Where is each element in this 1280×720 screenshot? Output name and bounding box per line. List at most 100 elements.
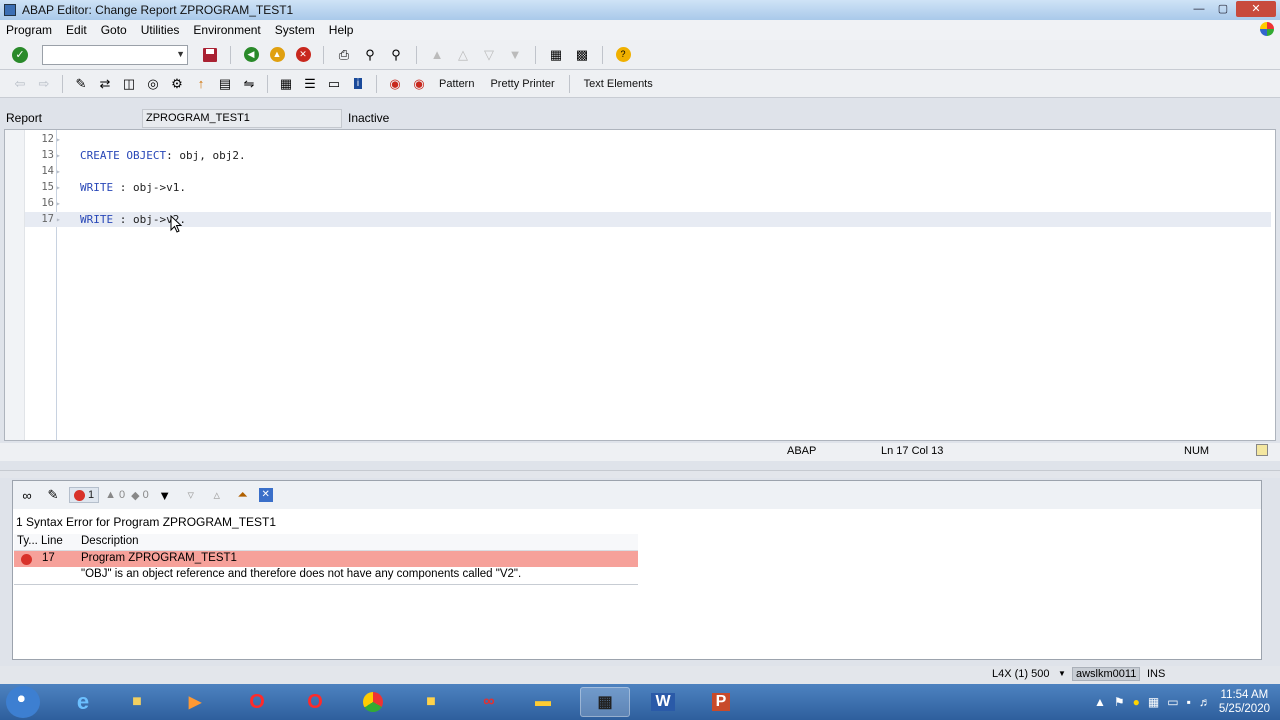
chrome-icon <box>363 692 383 712</box>
exit-button[interactable]: ▲ <box>267 45 287 65</box>
monitor-icon[interactable]: ▭ <box>1167 695 1178 709</box>
pretty-printer-button[interactable]: Pretty Printer <box>484 78 560 90</box>
previous-message-button[interactable]: ▵ <box>207 485 227 505</box>
print-button[interactable]: ⎙ <box>334 45 354 65</box>
text-elements-button[interactable]: Text Elements <box>578 78 659 90</box>
command-field[interactable]: ▼ <box>42 44 188 65</box>
taskbar-opera-1[interactable]: O <box>232 687 282 717</box>
next-page-button[interactable]: ▽ <box>479 45 499 65</box>
system-info[interactable]: L4X (1) 500 <box>992 668 1049 680</box>
taskbar-media-player[interactable]: ▶ <box>170 687 220 717</box>
volume-icon[interactable]: ♬ <box>1199 695 1211 709</box>
next-message-button[interactable]: ▿ <box>181 485 201 505</box>
column-description[interactable]: Description <box>81 535 139 547</box>
error-message-row[interactable]: "OBJ" is an object reference and therefo… <box>14 567 638 585</box>
forward-arrow-button[interactable]: ⇨ <box>34 74 54 94</box>
taskbar-clock[interactable]: 11:54 AM 5/25/2020 <box>1219 688 1270 716</box>
activate-button[interactable]: ⚙ <box>167 74 187 94</box>
column-line[interactable]: Line <box>41 535 63 547</box>
taskbar-word[interactable]: W <box>638 687 688 717</box>
test-button[interactable]: ↑ <box>191 74 211 94</box>
tray-app-icon[interactable]: ● <box>1133 695 1140 709</box>
table-row[interactable]: 17 Program ZPROGRAM_TEST1 <box>14 550 638 567</box>
tray-expand-icon[interactable]: ▲ <box>1094 695 1106 709</box>
taskbar-airtel[interactable]: ∞ <box>464 687 514 717</box>
menu-edit[interactable]: Edit <box>66 23 87 37</box>
code-line[interactable]: 13 ▸ CREATE OBJECT: obj, obj2. <box>25 148 1271 163</box>
fullscreen-button[interactable]: ▭ <box>324 74 344 94</box>
menu-help[interactable]: Help <box>329 23 354 37</box>
menu-utilities[interactable]: Utilities <box>141 23 180 37</box>
save-button[interactable] <box>200 45 220 65</box>
help-button[interactable]: ? <box>613 45 633 65</box>
taskbar-explorer[interactable]: ■ <box>112 687 162 717</box>
find-button[interactable]: ⚲ <box>360 45 380 65</box>
last-page-button[interactable]: ▼ <box>505 45 525 65</box>
close-icon[interactable]: ✕ <box>1236 1 1276 17</box>
external-breakpoint-button[interactable]: ◉ <box>409 74 429 94</box>
taskbar-sap-gui[interactable]: ▦ <box>580 687 630 717</box>
network-icon[interactable]: ▪ <box>1187 695 1191 709</box>
menu-goto[interactable]: Goto <box>101 23 127 37</box>
standard-toolbar: ✓ ▼ ◀ ▲ ✕ ⎙ ⚲ ⚲ ▲ △ ▽ ▼ ▦ ▩ ? <box>0 40 1280 70</box>
find-next-button[interactable]: ⚲ <box>386 45 406 65</box>
previous-page-button[interactable]: △ <box>453 45 473 65</box>
settings-icon[interactable] <box>1256 444 1268 456</box>
code-line[interactable]: 14 ▸ <box>25 164 1271 179</box>
code-editor[interactable]: 12 ▸ 13 ▸ CREATE OBJECT: obj, obj2. 14 ▸… <box>4 129 1276 441</box>
display-change-button[interactable]: ✎ <box>71 74 91 94</box>
check-button[interactable]: ◎ <box>143 74 163 94</box>
panel-splitter[interactable] <box>0 470 1280 478</box>
menu-program[interactable]: Program <box>6 23 52 37</box>
filter-button[interactable]: ▼ <box>155 485 175 505</box>
code-line-current[interactable]: 17 ▸ WRITE : obj->v2. <box>25 212 1271 227</box>
toggle-icon: ⇄ <box>99 75 111 91</box>
menu-system[interactable]: System <box>275 23 315 37</box>
back-arrow-button[interactable]: ⇦ <box>10 74 30 94</box>
active-inactive-button[interactable]: ⇄ <box>95 74 115 94</box>
warning-count-button[interactable]: ▲ 0 <box>105 489 125 501</box>
taskbar-opera-2[interactable]: O <box>290 687 340 717</box>
shortcut-button[interactable]: ▩ <box>572 45 592 65</box>
other-object-button[interactable]: ◫ <box>119 74 139 94</box>
code-line[interactable]: 15 ▸ WRITE : obj->v1. <box>25 180 1271 195</box>
error-program[interactable]: Program ZPROGRAM_TEST1 <box>81 552 237 564</box>
usb-icon[interactable]: ▦ <box>1148 695 1159 709</box>
new-session-button[interactable]: ▦ <box>546 45 566 65</box>
insert-mode[interactable]: INS <box>1147 668 1165 680</box>
detail-view-button[interactable]: ∞ <box>17 485 37 505</box>
taskbar-ie[interactable]: e <box>58 687 108 717</box>
taskbar-sap-logon[interactable]: ▬ <box>518 687 568 717</box>
object-list-button[interactable]: ⇋ <box>239 74 259 94</box>
start-button[interactable] <box>6 686 40 718</box>
breakpoint-button[interactable]: ◉ <box>385 74 405 94</box>
enter-button[interactable]: ✓ <box>10 45 30 65</box>
edit-button[interactable]: ✎ <box>43 485 63 505</box>
code-line[interactable]: 16 ▸ <box>25 196 1271 211</box>
taskbar-notes[interactable]: ■ <box>406 687 456 717</box>
where-used-button[interactable]: ▤ <box>215 74 235 94</box>
menu-environment[interactable]: Environment <box>193 23 260 37</box>
navigation-window-button[interactable]: ▦ <box>276 74 296 94</box>
cancel-button[interactable]: ✕ <box>293 45 313 65</box>
display-object-list-button[interactable]: ☰ <box>300 74 320 94</box>
chevron-down-icon[interactable]: ▼ <box>1058 669 1066 678</box>
error-count-button[interactable]: 1 <box>69 487 100 503</box>
maximize-icon[interactable]: ▢ <box>1212 1 1234 17</box>
code-line[interactable]: 12 ▸ <box>25 132 1271 147</box>
taskbar-chrome[interactable] <box>348 687 398 717</box>
back-button[interactable]: ◀ <box>241 45 261 65</box>
pin-button[interactable]: ⏶ <box>233 485 253 505</box>
first-page-button[interactable]: ▲ <box>427 45 447 65</box>
info-count-button[interactable]: ◆ 0 <box>131 489 149 502</box>
pattern-button[interactable]: Pattern <box>433 78 480 90</box>
close-panel-icon[interactable]: ✕ <box>258 488 273 502</box>
flag-icon[interactable]: ⚑ <box>1114 695 1125 709</box>
info-diamond-icon: ◆ <box>131 489 140 502</box>
taskbar-powerpoint[interactable]: P <box>696 687 746 717</box>
error-line[interactable]: 17 <box>42 552 55 564</box>
minimize-icon[interactable]: — <box>1188 1 1210 17</box>
column-type[interactable]: Ty... <box>17 535 38 547</box>
info-button[interactable]: i <box>348 74 368 94</box>
airtel-icon: ∞ <box>483 693 495 710</box>
